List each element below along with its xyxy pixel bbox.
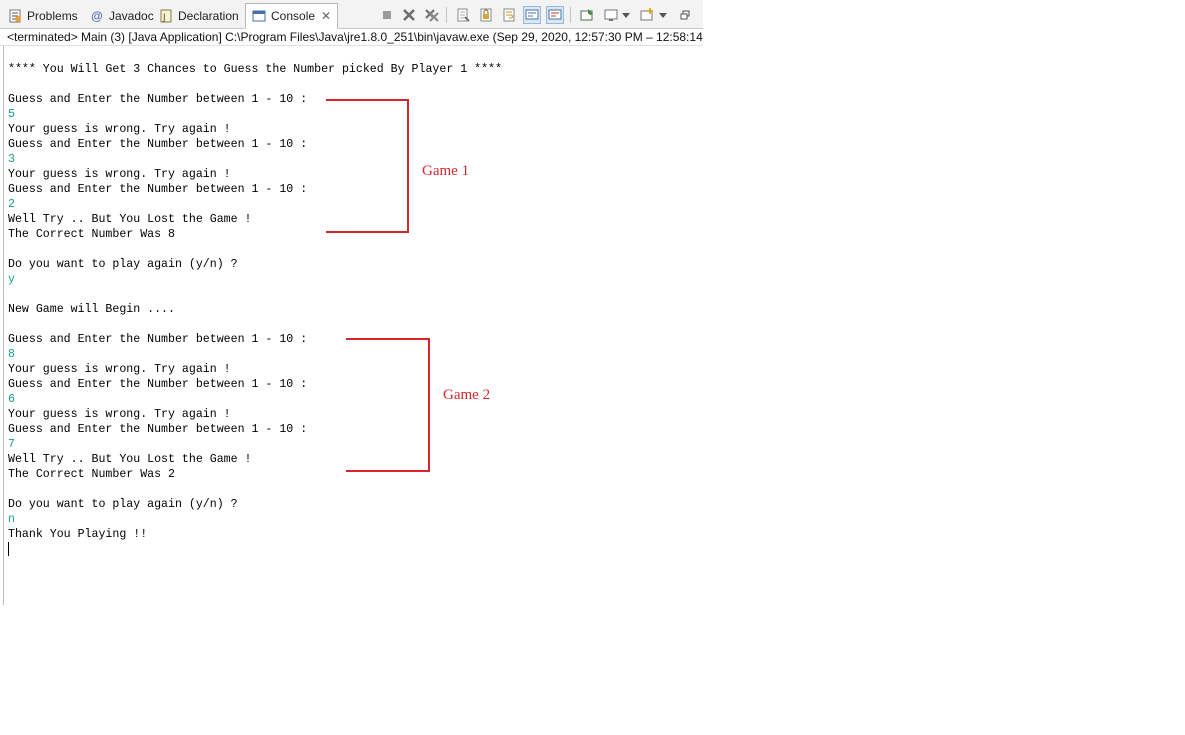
console-output-line: Do you want to play again (y/n) ? [8,498,238,511]
launch-status: <terminated> Main (3) [Java Application]… [0,29,703,46]
console-output-line: Thank You Playing !! [8,528,148,541]
remove-launch-icon[interactable] [400,6,418,24]
toolbar-separator [446,7,447,23]
restore-icon[interactable] [676,6,694,24]
terminate-icon[interactable] [378,6,396,24]
chevron-down-icon[interactable] [620,6,632,24]
console-input-line: n [8,513,15,526]
view-border [3,46,4,605]
display-console-icon[interactable] [602,6,620,24]
clear-console-icon[interactable] [454,6,472,24]
text-cursor [8,542,9,556]
problems-icon [8,9,22,23]
game-2-bracket [346,338,430,472]
view-tab-bar: Problems @ Javadoc J Declaration Console… [0,0,703,29]
console-output-line: Do you want to play again (y/n) ? [8,258,238,271]
tab-label: Console [271,9,316,23]
game-1-label: Game 1 [422,163,470,179]
open-console-icon[interactable] [638,6,656,24]
remove-all-icon[interactable] [423,6,441,24]
tab-label: Problems [27,9,78,23]
console-icon [252,9,266,23]
console-input-line: y [8,273,15,286]
word-wrap-icon[interactable] [500,6,518,24]
game-1-bracket [326,99,409,233]
close-icon[interactable]: ✕ [321,9,331,23]
toolbar-separator [570,7,571,23]
chevron-down-icon[interactable] [657,6,669,24]
at-icon: @ [91,9,103,23]
tab-label: Declaration [178,9,239,23]
console-output-line: New Game will Begin .... [8,303,175,316]
svg-text:J: J [162,13,166,23]
declaration-icon: J [159,9,173,23]
tab-declaration[interactable]: J Declaration [159,4,239,28]
pin-console-icon[interactable] [578,6,596,24]
game-2-label: Game 2 [443,387,491,403]
tab-javadoc[interactable]: @ Javadoc [90,4,154,28]
show-on-output-icon[interactable] [523,6,541,24]
scroll-lock-icon[interactable] [477,6,495,24]
tab-console[interactable]: Console ✕ [245,3,339,29]
console-view: Problems @ Javadoc J Declaration Console… [0,0,703,605]
console-output-line: **** You Will Get 3 Chances to Guess the… [8,63,502,76]
tab-label: Javadoc [109,9,154,23]
tab-problems[interactable]: Problems [8,4,78,28]
show-on-error-icon[interactable] [546,6,564,24]
